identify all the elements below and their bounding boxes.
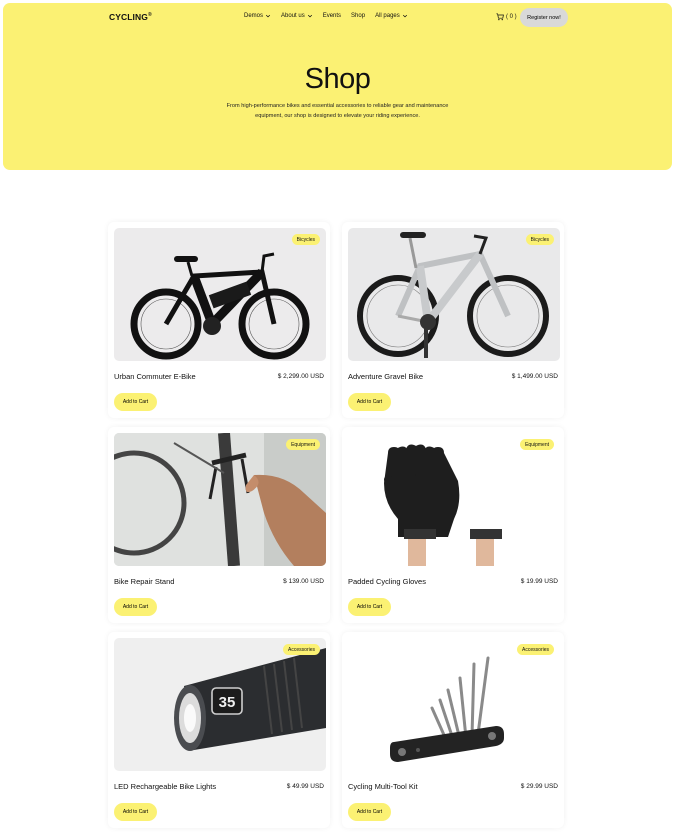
bike-light-image: 35 bbox=[174, 648, 326, 751]
product-name[interactable]: LED Rechargeable Bike Lights bbox=[114, 782, 216, 791]
chevron-down-icon bbox=[307, 14, 312, 18]
add-to-cart-button[interactable]: Add to Cart bbox=[348, 393, 391, 411]
main-menu: Demos About us Events Shop All pages bbox=[244, 13, 408, 19]
product-price: $ 1,499.00 USD bbox=[511, 373, 558, 380]
add-to-cart-button[interactable]: Add to Cart bbox=[114, 803, 157, 821]
e-bike-image bbox=[130, 252, 310, 360]
product-price: $ 29.99 USD bbox=[520, 783, 558, 790]
cart-count: ( 0 ) bbox=[506, 14, 517, 20]
nav-item-demos[interactable]: Demos bbox=[244, 13, 271, 19]
site-logo[interactable]: CYCLING® bbox=[109, 12, 152, 22]
logo-mark: ® bbox=[147, 12, 152, 18]
nav-label: Shop bbox=[351, 13, 366, 19]
multi-tool-image bbox=[390, 656, 504, 762]
top-navigation: CYCLING® Demos About us Events Shop All … bbox=[3, 3, 672, 31]
product-card[interactable]: 35 Accessories LED Rechargeable Bike Lig… bbox=[108, 632, 330, 828]
product-price: $ 49.99 USD bbox=[286, 783, 324, 790]
product-card[interactable]: Bicycles Adventure Gravel Bike $ 1,499.0… bbox=[342, 222, 564, 418]
product-card[interactable]: Accessories Cycling Multi-Tool Kit $ 29.… bbox=[342, 632, 564, 828]
category-badge: Bicycles bbox=[525, 234, 554, 245]
hero-description: From high-performance bikes and essentia… bbox=[226, 103, 449, 119]
add-to-cart-button[interactable]: Add to Cart bbox=[348, 803, 391, 821]
add-to-cart-button[interactable]: Add to Cart bbox=[114, 393, 157, 411]
page-title: Shop bbox=[304, 63, 371, 95]
product-name[interactable]: Adventure Gravel Bike bbox=[348, 372, 423, 381]
product-image[interactable]: 35 Accessories bbox=[114, 638, 326, 771]
nav-item-shop[interactable]: Shop bbox=[351, 13, 365, 19]
nav-label: Events bbox=[322, 13, 342, 19]
chevron-down-icon bbox=[265, 14, 271, 18]
nav-label: All pages bbox=[375, 13, 400, 19]
product-card[interactable]: Equipment Padded Cycling Gloves $ 19.99 … bbox=[342, 427, 564, 623]
nav-item-events[interactable]: Events bbox=[323, 13, 341, 19]
category-badge: Bicycles bbox=[291, 234, 320, 245]
product-name[interactable]: Bike Repair Stand bbox=[114, 577, 174, 586]
product-image[interactable]: Bicycles bbox=[348, 228, 560, 361]
cart-icon bbox=[496, 13, 504, 21]
nav-label: About us bbox=[281, 13, 305, 19]
category-badge: Accessories bbox=[517, 644, 554, 655]
category-badge: Equipment bbox=[520, 439, 554, 450]
add-to-cart-button[interactable]: Add to Cart bbox=[348, 598, 391, 616]
product-price: $ 19.99 USD bbox=[520, 578, 558, 585]
product-name[interactable]: Padded Cycling Gloves bbox=[348, 577, 426, 586]
product-image[interactable]: Equipment bbox=[348, 433, 560, 566]
nav-item-about-us[interactable]: About us bbox=[281, 13, 313, 19]
gloves-image bbox=[384, 444, 502, 566]
product-image[interactable]: Accessories bbox=[348, 638, 560, 771]
light-number: 35 bbox=[219, 694, 236, 711]
repair-stand-image bbox=[114, 433, 326, 566]
product-image[interactable]: Bicycles bbox=[114, 228, 326, 361]
category-badge: Equipment bbox=[286, 439, 320, 450]
add-to-cart-button[interactable]: Add to Cart bbox=[114, 598, 157, 616]
nav-label: Demos bbox=[244, 13, 264, 19]
hero-banner: CYCLING® Demos About us Events Shop All … bbox=[3, 3, 672, 170]
category-badge: Accessories bbox=[283, 644, 320, 655]
product-card[interactable]: Equipment Bike Repair Stand $ 139.00 USD… bbox=[108, 427, 330, 623]
product-card[interactable]: Bicycles Urban Commuter E-Bike $ 2,299.0… bbox=[108, 222, 330, 418]
product-price: $ 139.00 USD bbox=[283, 578, 324, 585]
cart-link[interactable]: ( 0 ) bbox=[496, 13, 517, 21]
product-name[interactable]: Urban Commuter E-Bike bbox=[114, 372, 196, 381]
product-image[interactable]: Equipment bbox=[114, 433, 326, 566]
register-button[interactable]: Register now! bbox=[520, 8, 568, 27]
gravel-bike-image bbox=[357, 232, 549, 358]
chevron-down-icon bbox=[402, 14, 407, 18]
nav-item-all-pages[interactable]: All pages bbox=[375, 13, 408, 19]
product-price: $ 2,299.00 USD bbox=[277, 373, 324, 380]
product-name[interactable]: Cycling Multi-Tool Kit bbox=[348, 782, 418, 791]
logo-text: CYCLING bbox=[109, 12, 148, 22]
